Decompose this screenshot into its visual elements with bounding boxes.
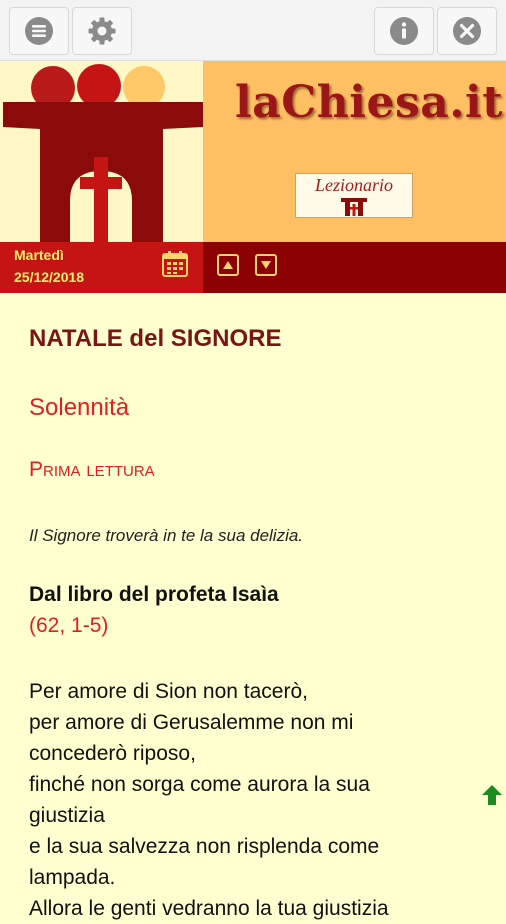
reading-label: Prima lettura <box>29 458 155 481</box>
day-name: Martedì <box>14 247 64 263</box>
feast-title: NATALE del SIGNORE <box>29 325 282 352</box>
menu-icon <box>25 17 53 45</box>
settings-button[interactable] <box>72 7 132 55</box>
info-icon <box>390 17 418 45</box>
church-logo <box>3 64 203 242</box>
menu-button[interactable] <box>9 7 69 55</box>
close-icon <box>453 17 481 45</box>
nav-panel <box>203 242 506 293</box>
verse-line: e la sua salvezza non risplenda come <box>29 835 380 858</box>
date-bar: Martedì 25/12/2018 <box>0 242 506 293</box>
verse-line: giustizia <box>29 804 105 827</box>
reading-antiphon: Il Signore troverà in te la sua delizia. <box>29 526 304 545</box>
date-panel: Martedì 25/12/2018 <box>0 242 203 293</box>
triangle-up-icon <box>223 261 233 269</box>
brand-panel: laChiesa.it Lezionario <box>203 61 506 242</box>
arrow-up-icon[interactable] <box>479 782 505 808</box>
verse-line: Per amore di Sion non tacerò, <box>29 680 308 703</box>
reading-text: Per amore di Sion non tacerò, per amore … <box>29 676 469 924</box>
verse-line: per amore di Gerusalemme non mi <box>29 711 354 734</box>
verse-line: lampada. <box>29 866 116 889</box>
mini-logo-icon <box>341 198 367 216</box>
logo-panel <box>0 61 203 242</box>
liturgical-rank: Solennità <box>29 394 130 421</box>
top-toolbar <box>0 0 506 61</box>
close-button[interactable] <box>437 7 497 55</box>
site-header: laChiesa.it Lezionario <box>0 61 506 242</box>
lezionario-badge[interactable]: Lezionario <box>295 173 413 218</box>
gear-icon <box>88 17 116 45</box>
lezionario-label: Lezionario <box>314 175 393 195</box>
calendar-icon[interactable] <box>160 249 190 279</box>
current-date: 25/12/2018 <box>14 269 85 285</box>
book-title: Dal libro del profeta Isaìa <box>29 583 279 606</box>
verse-line: finché non sorga come aurora la sua <box>29 773 370 796</box>
info-button[interactable] <box>374 7 434 55</box>
triangle-down-icon <box>261 261 271 269</box>
verse-line: Allora le genti vedranno la tua giustizi… <box>29 897 389 920</box>
next-day-button[interactable] <box>255 254 277 276</box>
verse-line: concederò riposo, <box>29 742 196 765</box>
scripture-reference: (62, 1-5) <box>29 614 109 637</box>
site-title[interactable]: laChiesa.it <box>235 77 503 128</box>
previous-day-button[interactable] <box>217 254 239 276</box>
